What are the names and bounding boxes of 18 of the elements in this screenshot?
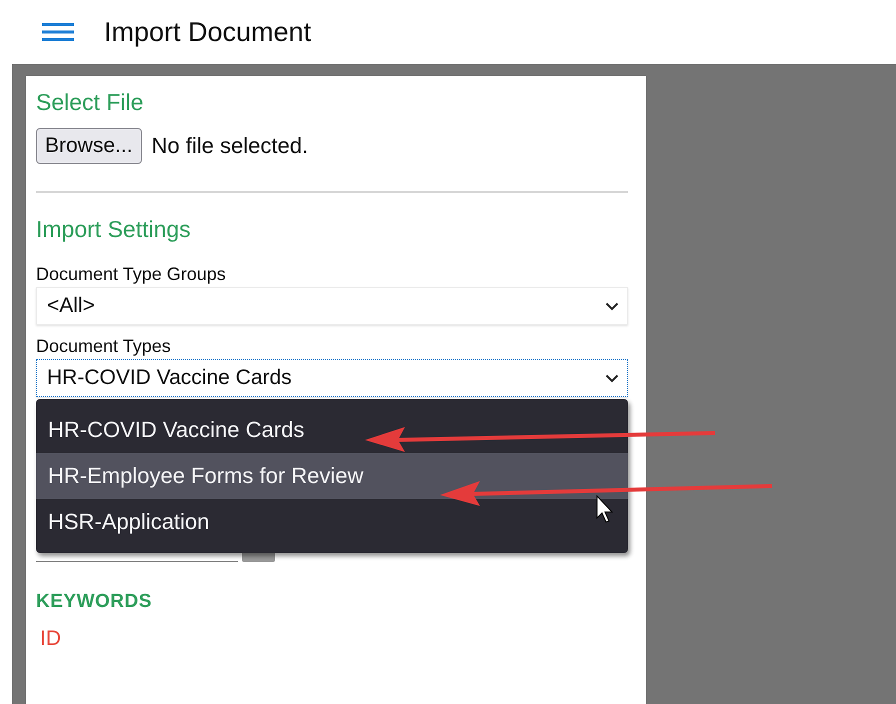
- page-title: Import Document: [104, 16, 312, 48]
- section-heading: KEYWORDS: [36, 591, 153, 613]
- field-label: Document Type Groups: [36, 263, 227, 285]
- file-status: No file selected.: [152, 133, 308, 159]
- section-heading: Select File: [36, 88, 144, 116]
- dropdown-field[interactable]: HR-COVID Vaccine Cards: [36, 359, 628, 397]
- menu-icon[interactable]: [42, 23, 74, 41]
- dropdown-option[interactable]: HSR-Application: [36, 499, 628, 545]
- dropdown-option[interactable]: HR-COVID Vaccine Cards: [36, 407, 628, 453]
- cursor-icon: [596, 494, 614, 523]
- dropdown-field[interactable]: <All>: [36, 287, 628, 325]
- browse-button[interactable]: Browse...: [36, 128, 142, 164]
- keyword-label: ID: [39, 627, 62, 651]
- chevron-icon: [605, 302, 619, 310]
- chevron-icon: [605, 374, 619, 382]
- dropdown-option[interactable]: HR-Employee Forms for Review: [36, 453, 628, 499]
- field-label: Document Types: [36, 335, 172, 357]
- section-heading: Import Settings: [36, 215, 192, 243]
